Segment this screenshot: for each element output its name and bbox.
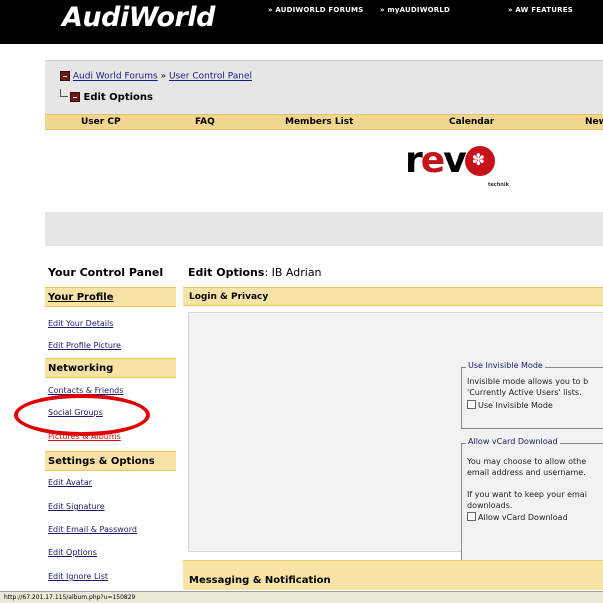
- navbar-faq[interactable]: FAQ: [195, 117, 215, 127]
- section-messaging-notification: Messaging & Notification: [183, 560, 603, 590]
- vcard-fieldset: Allow vCard Download You may choose to a…: [461, 437, 603, 563]
- nav-aw-features[interactable]: » AW FEATURES: [508, 6, 573, 14]
- invisible-mode-legend: Use Invisible Mode: [466, 361, 545, 370]
- invisible-mode-label[interactable]: Use Invisible Mode: [478, 401, 553, 410]
- breadcrumb-forums-link[interactable]: Audi World Forums: [73, 72, 158, 82]
- page-title: Edit Options: [83, 92, 153, 103]
- navbar-members-list[interactable]: Members List: [285, 117, 353, 127]
- navbar-new-posts[interactable]: New: [585, 117, 603, 127]
- sidebar-heading-settings-options: Settings & Options: [45, 451, 176, 471]
- sidebar-item-edit-email-password[interactable]: Edit Email & Password: [48, 525, 137, 534]
- breadcrumb: Audi World Forums » User Control Panel: [60, 71, 252, 82]
- invisible-mode-checkbox[interactable]: [467, 400, 476, 409]
- forum-home-icon[interactable]: [60, 71, 70, 81]
- sidebar-item-edit-avatar[interactable]: Edit Avatar: [48, 478, 92, 487]
- revo-logo[interactable]: rev: [405, 140, 495, 181]
- nav-myaudiworld[interactable]: » myAUDIWORLD: [380, 6, 450, 14]
- notice-strip: [45, 212, 603, 246]
- nav-audiworld-forums[interactable]: » AUDIWORLD FORUMS: [268, 6, 363, 14]
- login-privacy-panel: Use Invisible Mode Invisible mode allows…: [188, 312, 603, 563]
- sidebar-item-edit-options[interactable]: Edit Options: [48, 548, 97, 557]
- invisible-mode-fieldset: Use Invisible Mode Invisible mode allows…: [461, 361, 603, 429]
- sidebar-item-edit-your-details[interactable]: Edit Your Details: [48, 319, 113, 328]
- edit-options-title: Edit Options: IB Adrian: [188, 266, 322, 279]
- snowflake-icon: [464, 146, 495, 176]
- vcard-checkbox[interactable]: [467, 512, 476, 521]
- sidebar-item-edit-profile-picture[interactable]: Edit Profile Picture: [48, 341, 121, 350]
- site-header: AudiWorld » AUDIWORLD FORUMS » myAUDIWOR…: [0, 0, 603, 44]
- username: IB Adrian: [271, 266, 322, 279]
- section-login-privacy: Login & Privacy: [183, 287, 603, 306]
- tree-elbow-icon: [60, 89, 68, 97]
- sidebar-item-edit-ignore-list[interactable]: Edit Ignore List: [48, 572, 108, 581]
- vcard-label[interactable]: Allow vCard Download: [478, 513, 568, 522]
- sidebar-item-edit-signature[interactable]: Edit Signature: [48, 502, 105, 511]
- breadcrumb-current: Edit Options: [60, 89, 153, 103]
- breadcrumb-separator: »: [160, 71, 167, 82]
- breadcrumb-ucp-link[interactable]: User Control Panel: [169, 72, 252, 82]
- vcard-legend: Allow vCard Download: [466, 437, 560, 446]
- forum-navbar: User CP FAQ Members List Calendar New: [45, 114, 603, 130]
- control-panel-title: Your Control Panel: [48, 266, 164, 279]
- navbar-calendar[interactable]: Calendar: [449, 117, 494, 127]
- page-content: Audi World Forums » User Control Panel E…: [0, 44, 603, 591]
- browser-status-bar: http://67.201.17.115/album.php?u=150829: [0, 591, 603, 603]
- collapse-icon[interactable]: [70, 92, 80, 102]
- sidebar-heading-your-profile[interactable]: Your Profile: [45, 287, 176, 307]
- sidebar-heading-networking: Networking: [45, 358, 176, 378]
- banner-ad[interactable]: rev technik: [45, 130, 603, 196]
- navbar-user-cp[interactable]: User CP: [81, 117, 121, 127]
- revo-tagline: technik: [488, 182, 509, 188]
- audiworld-logo[interactable]: AudiWorld: [62, 2, 215, 33]
- highlight-ring: [14, 394, 150, 436]
